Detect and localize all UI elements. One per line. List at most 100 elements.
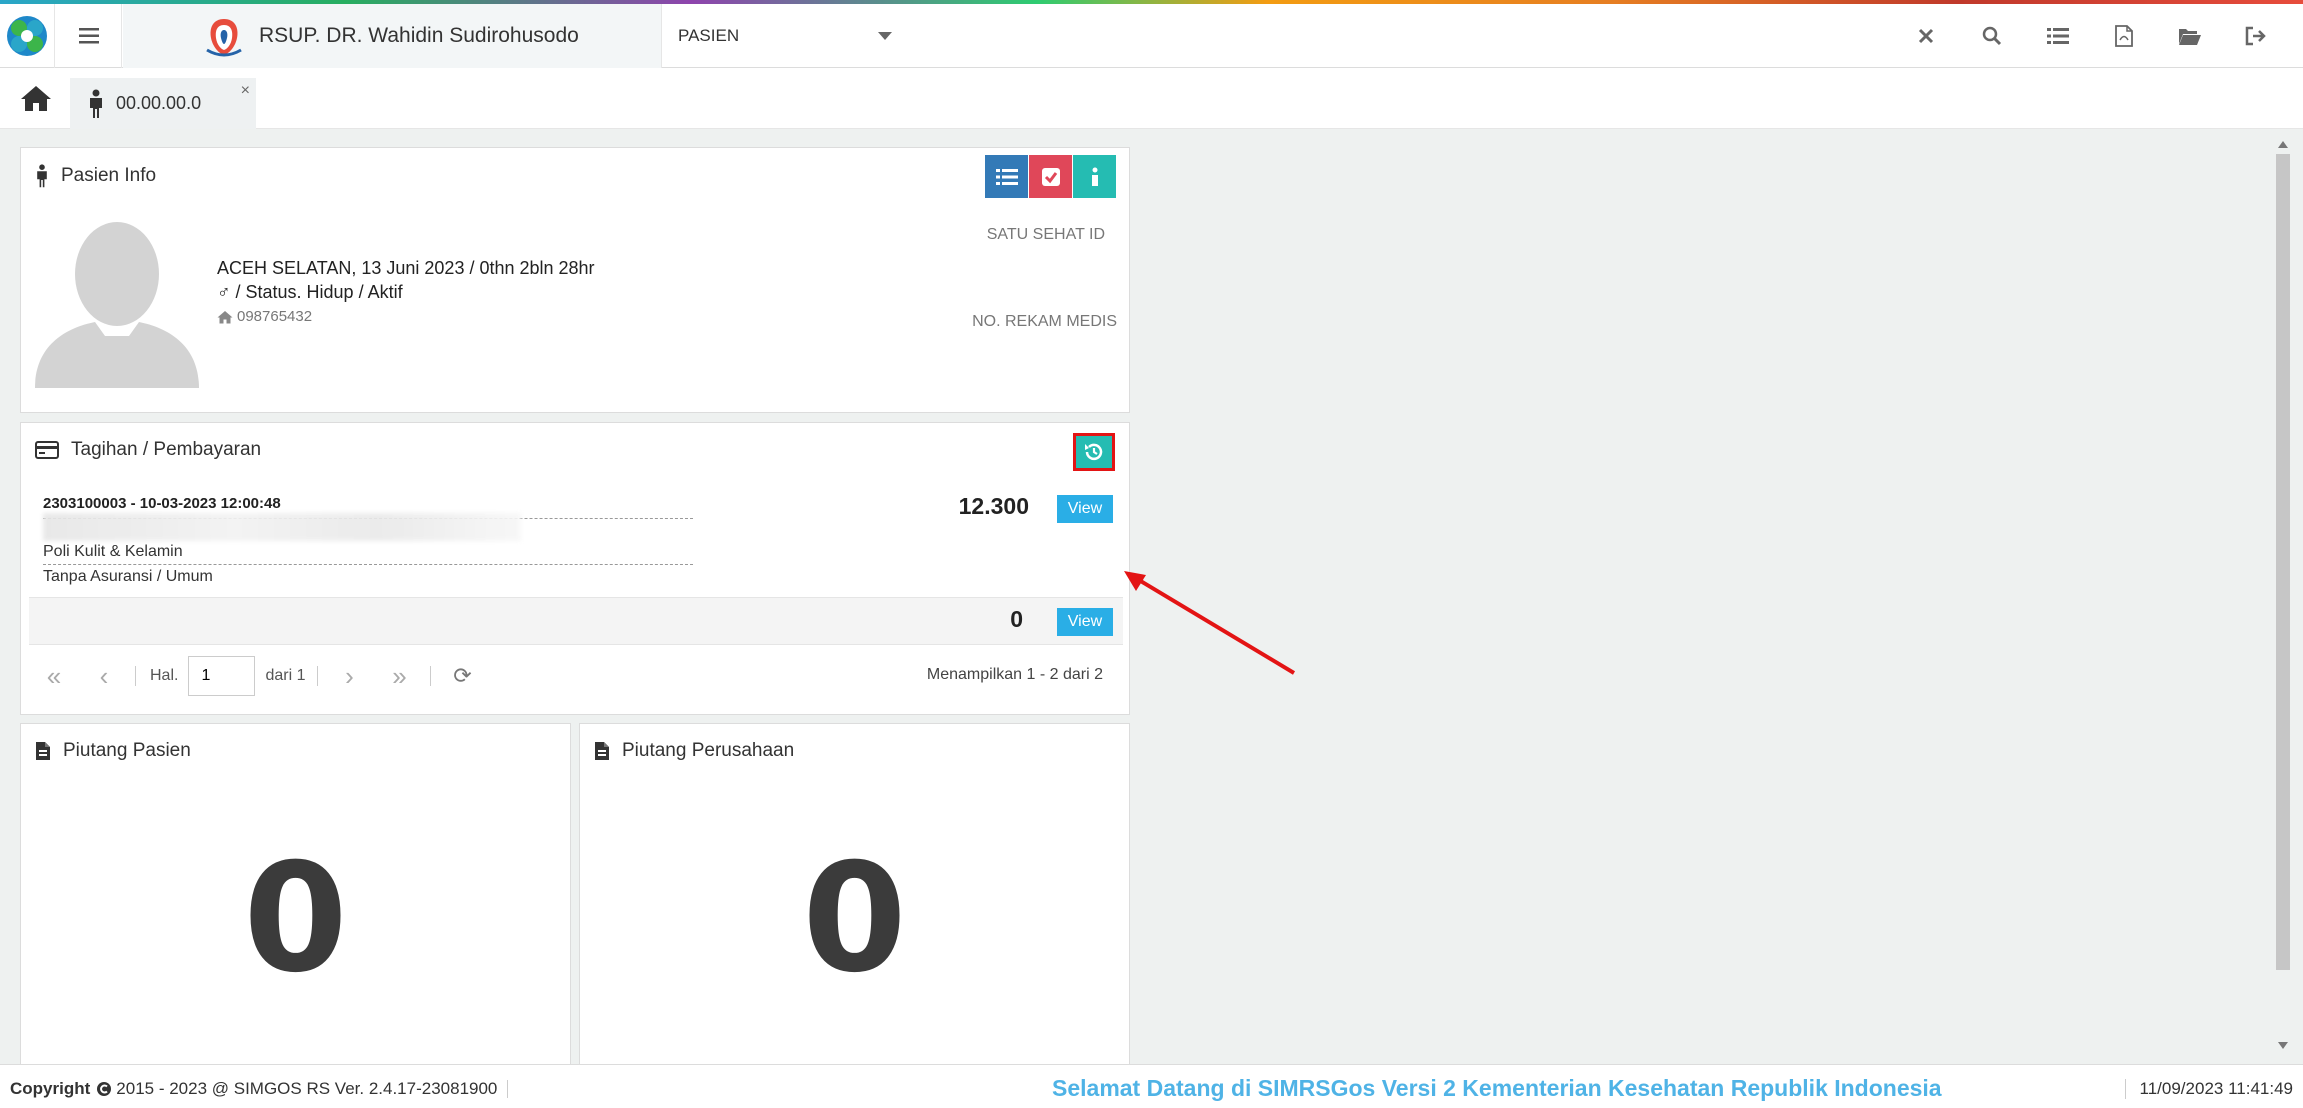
close-icon	[1918, 28, 1934, 44]
tab-bar: 00.00.00.0 ×	[0, 68, 2303, 129]
logout-icon	[2245, 26, 2266, 46]
redacted-patient-name	[43, 513, 521, 541]
annotation-arrow	[1124, 571, 1296, 675]
page-input[interactable]	[188, 656, 256, 696]
module-dropdown[interactable]: PASIEN	[662, 4, 892, 68]
tab-home[interactable]	[20, 84, 60, 118]
caret-down-icon	[878, 32, 892, 40]
pdf-icon	[2115, 25, 2133, 47]
pager-divider	[430, 666, 432, 686]
last-page-icon[interactable]: »	[374, 661, 424, 692]
bill-amount: 12.300	[958, 493, 1029, 519]
history-icon	[1085, 443, 1103, 461]
main-content: Pasien Info ACEH SELATAN, 13 Juni 2023 /…	[0, 129, 2303, 1080]
vertical-scrollbar[interactable]	[2274, 139, 2292, 1051]
next-page-icon[interactable]: ›	[324, 661, 374, 692]
pasien-info-title: Pasien Info	[35, 164, 156, 188]
phone-number: 098765432	[237, 308, 313, 325]
piutang-pasien-title-text: Piutang Pasien	[63, 740, 191, 761]
invoice-icon	[595, 742, 609, 760]
copyright-text: 2015 - 2023 @ SIMGOS RS Ver. 2.4.17-2308…	[116, 1079, 498, 1098]
rekam-medis-label: NO. REKAM MEDIS	[972, 313, 1117, 330]
scroll-down-icon[interactable]	[2278, 1042, 2288, 1049]
footer-divider	[507, 1080, 509, 1098]
avatar-placeholder	[35, 222, 199, 388]
piutang-pasien-panel: Piutang Pasien 0	[20, 723, 571, 1080]
app-logo[interactable]	[0, 4, 55, 68]
pasien-info-panel: Pasien Info ACEH SELATAN, 13 Juni 2023 /…	[20, 147, 1130, 413]
search-button[interactable]	[1959, 4, 2025, 68]
hamburger-icon	[78, 28, 99, 44]
home-icon	[21, 86, 51, 111]
scroll-up-icon[interactable]	[2278, 141, 2288, 148]
status-info: ♂ / Status. Hidup / Aktif	[217, 282, 403, 303]
male-icon: ♂	[217, 282, 231, 302]
birth-info: ACEH SELATAN, 13 Juni 2023 / 0thn 2bln 2…	[217, 258, 595, 278]
close-button[interactable]	[1893, 4, 1959, 68]
credit-card-icon	[35, 441, 59, 459]
list-icon	[2047, 28, 2069, 44]
home-icon	[217, 310, 233, 323]
app-footer: Copyright 2015 - 2023 @ SIMGOS RS Ver. 2…	[0, 1064, 2303, 1108]
divider	[43, 564, 693, 565]
hospital-brand: RSUP. DR. Wahidin Sudirohusodo	[123, 4, 662, 68]
info-button[interactable]	[1073, 155, 1116, 198]
tab-patient-label: 00.00.00.0	[116, 93, 202, 113]
scrollbar-thumb[interactable]	[2276, 154, 2290, 970]
history-button[interactable]	[1073, 433, 1115, 471]
tab-close-icon[interactable]: ×	[241, 82, 250, 100]
piutang-pasien-value: 0	[243, 832, 348, 1006]
list-button[interactable]	[2025, 4, 2091, 68]
copyright-label: Copyright	[10, 1079, 91, 1098]
piutang-perusahaan-title-text: Piutang Perusahaan	[622, 740, 795, 761]
piutang-perusahaan-panel: Piutang Perusahaan 0	[579, 723, 1130, 1080]
bill-insurance: Tanpa Asuransi / Umum	[43, 568, 213, 585]
prev-page-icon[interactable]: ‹	[79, 661, 129, 692]
bill-row-2-amount: 0	[1010, 606, 1023, 632]
info-icon	[1091, 167, 1098, 186]
open-folder-button[interactable]	[2157, 4, 2223, 68]
piutang-perusahaan-value: 0	[802, 832, 907, 1006]
refresh-icon[interactable]: ⟳	[437, 663, 487, 689]
hospital-name: RSUP. DR. Wahidin Sudirohusodo	[259, 24, 579, 47]
satu-sehat-label: SATU SEHAT ID	[986, 226, 1105, 243]
first-page-icon[interactable]: «	[29, 661, 79, 692]
hospital-logo-icon	[206, 19, 242, 57]
view-bill-button[interactable]: View	[1057, 495, 1113, 523]
logout-button[interactable]	[2223, 4, 2289, 68]
check-square-icon	[1041, 167, 1060, 186]
bill-poli: Poli Kulit & Kelamin	[43, 543, 183, 560]
piutang-perusahaan-title: Piutang Perusahaan	[594, 740, 794, 762]
tagihan-title: Tagihan / Pembayaran	[35, 439, 261, 461]
simgos-logo-icon	[7, 16, 47, 56]
bill-id-datetime: 2303100003 - 10-03-2023 12:00:48	[43, 495, 281, 512]
pdf-button[interactable]	[2091, 4, 2157, 68]
footer-datetime: 11/09/2023 11:41:49	[2124, 1079, 2293, 1099]
tab-patient[interactable]: 00.00.00.0 ×	[70, 78, 256, 129]
invoice-icon	[36, 742, 50, 760]
app-header: RSUP. DR. Wahidin Sudirohusodo PASIEN	[0, 4, 2303, 68]
copyright-icon	[97, 1082, 112, 1096]
person-icon	[37, 164, 47, 188]
list-icon	[995, 168, 1018, 185]
module-selected-value: PASIEN	[678, 26, 740, 45]
checklist-button[interactable]	[1029, 155, 1072, 198]
view-bill-2-button[interactable]: View	[1057, 608, 1113, 636]
pasien-info-title-text: Pasien Info	[61, 165, 157, 186]
pager-summary: Menampilkan 1 - 2 dari 2	[926, 666, 1103, 683]
tagihan-panel: Tagihan / Pembayaran 2303100003 - 10-03-…	[20, 422, 1130, 715]
search-icon	[1982, 26, 2002, 46]
tagihan-title-text: Tagihan / Pembayaran	[71, 439, 262, 460]
page-of-label: dari 1	[265, 667, 306, 684]
footer-copyright: Copyright 2015 - 2023 @ SIMGOS RS Ver. 2…	[10, 1079, 509, 1099]
hamburger-menu-button[interactable]	[56, 4, 122, 68]
header-toolbar	[1893, 4, 2289, 68]
patient-list-button[interactable]	[985, 155, 1028, 198]
pager-divider	[317, 666, 319, 686]
pagination: « ‹ Hal. dari 1 › » ⟳ Menampilkan 1 - 2 …	[29, 648, 1123, 704]
person-icon	[90, 89, 102, 118]
welcome-marquee: Selamat Datang di SIMRSGos Versi 2 Kemen…	[1052, 1075, 1942, 1101]
piutang-pasien-title: Piutang Pasien	[35, 740, 191, 762]
phone-info: 098765432	[217, 308, 312, 325]
bill-row-2: 0 View	[29, 597, 1123, 645]
